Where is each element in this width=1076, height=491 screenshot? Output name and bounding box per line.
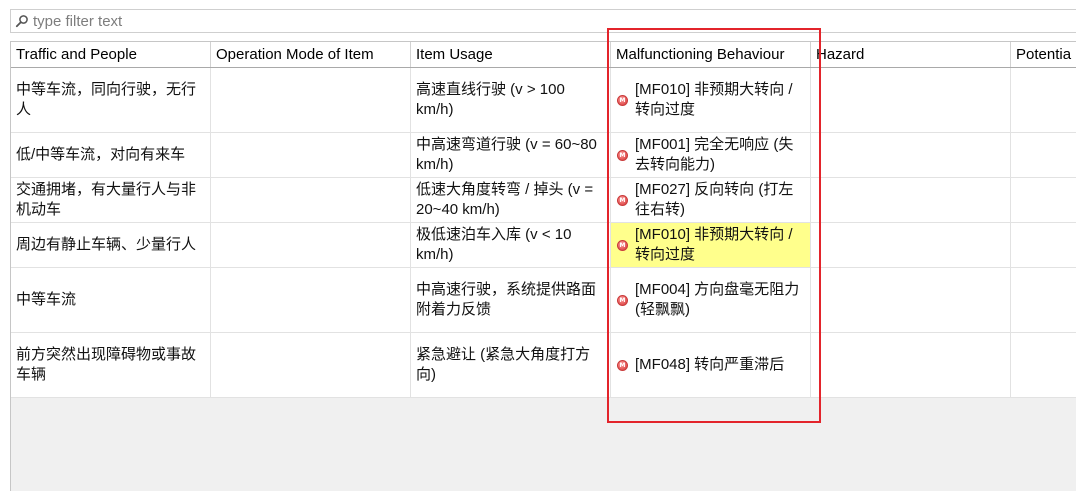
cell-malfunction[interactable]: M [MF004] 方向盘毫无阻力 (轻飘飘)	[611, 268, 811, 332]
malfunction-entry: M [MF004] 方向盘毫无阻力 (轻飘飘)	[616, 280, 805, 320]
cell-operation-mode[interactable]	[211, 178, 411, 222]
malfunction-entry: M [MF001] 完全无响应 (失去转向能力)	[616, 135, 805, 175]
cell-traffic[interactable]: 前方突然出现障碍物或事故车辆	[11, 333, 211, 397]
cell-malfunction[interactable]: M [MF010] 非预期大转向 / 转向过度	[611, 68, 811, 132]
malfunction-icon: M	[617, 239, 628, 251]
cell-operation-mode[interactable]	[211, 68, 411, 132]
cell-potential[interactable]	[1011, 268, 1076, 332]
filter-box[interactable]	[10, 9, 1076, 33]
table-row[interactable]: 中等车流 中高速行驶，系统提供路面附着力反馈 M [MF004] 方向盘毫无阻力…	[11, 268, 1076, 333]
table-header-row: Traffic and People Operation Mode of Ite…	[11, 42, 1076, 68]
cell-text: 中高速弯道行驶 (v = 60~80 km/h)	[416, 136, 597, 173]
cell-text: [MF001] 完全无响应 (失去转向能力)	[635, 136, 794, 173]
malfunction-entry: M [MF010] 非预期大转向 / 转向过度	[616, 225, 805, 265]
cell-text: 周边有静止车辆、少量行人	[16, 236, 197, 253]
cell-traffic[interactable]: 中等车流	[11, 268, 211, 332]
column-header-label: Hazard	[816, 45, 865, 63]
cell-traffic[interactable]: 交通拥堵，有大量行人与非机动车	[11, 178, 211, 222]
cell-traffic[interactable]: 低/中等车流，对向有来车	[11, 133, 211, 177]
cell-traffic[interactable]: 周边有静止车辆、少量行人	[11, 223, 211, 267]
column-header-label: Potentia	[1016, 45, 1072, 63]
column-header-label: Traffic and People	[16, 45, 137, 63]
table-row[interactable]: 中等车流，同向行驶，无行人 高速直线行驶 (v > 100 km/h) M [M…	[11, 68, 1076, 133]
cell-text: 中等车流	[16, 291, 77, 308]
cell-text: [MF004] 方向盘毫无阻力 (轻飘飘)	[635, 281, 800, 318]
column-header-item-usage[interactable]: Item Usage	[411, 42, 611, 67]
cell-item-usage[interactable]: 极低速泊车入库 (v < 10 km/h)	[411, 223, 611, 267]
filter-input[interactable]	[33, 11, 633, 31]
cell-potential[interactable]	[1011, 178, 1076, 222]
column-header-label: Malfunctioning Behaviour	[616, 45, 785, 63]
cell-text: 低/中等车流，对向有来车	[16, 146, 186, 163]
cell-text: [MF048] 转向严重滞后	[635, 356, 785, 373]
cell-text: 中等车流，同向行驶，无行人	[16, 81, 197, 118]
cell-hazard[interactable]	[811, 223, 1011, 267]
column-header-operation-mode[interactable]: Operation Mode of Item	[211, 42, 411, 67]
malfunction-icon: M	[617, 359, 628, 371]
cell-hazard[interactable]	[811, 68, 1011, 132]
column-header-traffic[interactable]: Traffic and People	[11, 42, 211, 67]
cell-malfunction[interactable]: M [MF001] 完全无响应 (失去转向能力)	[611, 133, 811, 177]
malfunction-icon: M	[617, 294, 628, 306]
column-header-malfunction[interactable]: Malfunctioning Behaviour	[611, 42, 811, 67]
cell-potential[interactable]	[1011, 133, 1076, 177]
table-row[interactable]: 交通拥堵，有大量行人与非机动车 低速大角度转弯 / 掉头 (v = 20~40 …	[11, 178, 1076, 223]
cell-hazard[interactable]	[811, 133, 1011, 177]
cell-text: [MF010] 非预期大转向 / 转向过度	[635, 81, 793, 118]
cell-text: 高速直线行驶 (v > 100 km/h)	[416, 81, 565, 118]
cell-hazard[interactable]	[811, 178, 1011, 222]
hazard-analysis-table[interactable]: Traffic and People Operation Mode of Ite…	[10, 41, 1076, 491]
cell-operation-mode[interactable]	[211, 333, 411, 397]
malfunction-entry: M [MF010] 非预期大转向 / 转向过度	[616, 80, 805, 120]
table-row[interactable]: 前方突然出现障碍物或事故车辆 紧急避让 (紧急大角度打方向) M [MF048]…	[11, 333, 1076, 398]
column-header-label: Operation Mode of Item	[216, 45, 374, 63]
cell-potential[interactable]	[1011, 333, 1076, 397]
malfunction-icon: M	[617, 194, 628, 206]
column-header-label: Item Usage	[416, 45, 493, 63]
cell-malfunction[interactable]: M [MF048] 转向严重滞后	[611, 333, 811, 397]
cell-item-usage[interactable]: 高速直线行驶 (v > 100 km/h)	[411, 68, 611, 132]
cell-malfunction-highlighted[interactable]: M [MF010] 非预期大转向 / 转向过度	[611, 223, 811, 267]
cell-item-usage[interactable]: 低速大角度转弯 / 掉头 (v = 20~40 km/h)	[411, 178, 611, 222]
table-row[interactable]: 周边有静止车辆、少量行人 极低速泊车入库 (v < 10 km/h) M [MF…	[11, 223, 1076, 268]
cell-operation-mode[interactable]	[211, 223, 411, 267]
cell-text: [MF027] 反向转向 (打左往右转)	[635, 181, 794, 218]
malfunction-entry: M [MF048] 转向严重滞后	[616, 355, 805, 375]
malfunction-icon: M	[617, 94, 628, 106]
cell-malfunction[interactable]: M [MF027] 反向转向 (打左往右转)	[611, 178, 811, 222]
cell-text: [MF010] 非预期大转向 / 转向过度	[635, 226, 793, 263]
search-icon	[15, 14, 29, 28]
cell-item-usage[interactable]: 中高速弯道行驶 (v = 60~80 km/h)	[411, 133, 611, 177]
column-header-hazard[interactable]: Hazard	[811, 42, 1011, 67]
cell-hazard[interactable]	[811, 268, 1011, 332]
cell-traffic[interactable]: 中等车流，同向行驶，无行人	[11, 68, 211, 132]
malfunction-icon: M	[617, 149, 628, 161]
cell-potential[interactable]	[1011, 68, 1076, 132]
cell-operation-mode[interactable]	[211, 133, 411, 177]
column-header-potential[interactable]: Potentia	[1011, 42, 1076, 67]
cell-item-usage[interactable]: 紧急避让 (紧急大角度打方向)	[411, 333, 611, 397]
cell-text: 交通拥堵，有大量行人与非机动车	[16, 181, 197, 218]
cell-text: 极低速泊车入库 (v < 10 km/h)	[416, 226, 572, 263]
cell-text: 前方突然出现障碍物或事故车辆	[16, 346, 197, 383]
cell-text: 低速大角度转弯 / 掉头 (v = 20~40 km/h)	[416, 181, 594, 218]
cell-potential[interactable]	[1011, 223, 1076, 267]
cell-hazard[interactable]	[811, 333, 1011, 397]
cell-text: 紧急避让 (紧急大角度打方向)	[416, 346, 591, 383]
table-row[interactable]: 低/中等车流，对向有来车 中高速弯道行驶 (v = 60~80 km/h) M …	[11, 133, 1076, 178]
cell-item-usage[interactable]: 中高速行驶，系统提供路面附着力反馈	[411, 268, 611, 332]
cell-operation-mode[interactable]	[211, 268, 411, 332]
cell-text: 中高速行驶，系统提供路面附着力反馈	[416, 281, 597, 318]
malfunction-entry: M [MF027] 反向转向 (打左往右转)	[616, 180, 805, 220]
